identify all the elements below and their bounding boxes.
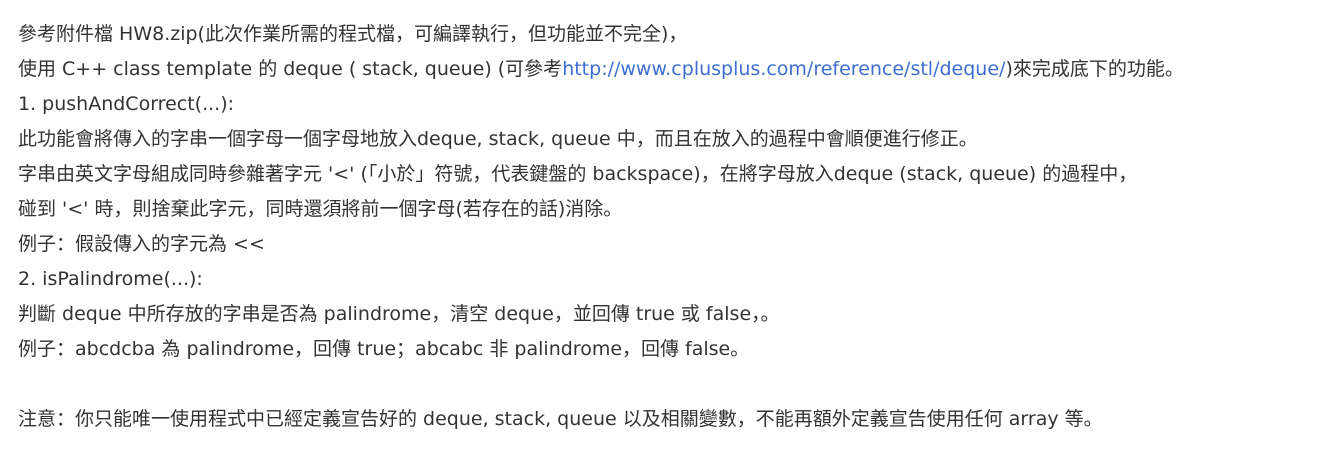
section-heading-push-and-correct: 1. pushAndCorrect(...): [18,93,235,115]
usage-text-before: 使用 C++ class template 的 deque ( stack, q… [18,58,563,80]
is-palindrome-example: 例子：abcdcba 為 palindrome，回傳 true；abcabc 非… [18,338,750,360]
usage-line: 使用 C++ class template 的 deque ( stack, q… [18,52,1318,87]
is-palindrome-description: 判斷 deque 中所存放的字串是否為 palindrome，清空 deque，… [18,303,780,325]
section-heading-is-palindrome: 2. isPalindrome(...): [18,268,203,290]
intro-line: 參考附件檔 HW8.zip(此次作業所需的程式檔，可編譯執行，但功能並不完全)， [18,23,688,45]
push-and-correct-example: 例子：假設傳入的字元為 << [18,233,265,255]
backspace-rule-detail: 碰到 '<' 時，則捨棄此字元，同時還須將前一個字母(若存在的話)消除。 [18,198,623,220]
cplusplus-deque-reference-link[interactable]: http://www.cplusplus.com/reference/stl/d… [562,58,1005,80]
push-and-correct-description: 此功能會將傳入的字串一個字母一個字母地放入deque, stack, queue… [18,128,978,150]
usage-text-after: )來完成底下的功能。 [1005,58,1184,80]
backspace-rule-description: 字串由英文字母組成同時參雜著字元 '<' (「小於」符號，代表鍵盤的 backs… [18,163,1138,185]
assignment-document: 參考附件檔 HW8.zip(此次作業所需的程式檔，可編譯執行，但功能並不完全)，… [18,17,1318,437]
note-line: 注意：你只能唯一使用程式中已經定義宣告好的 deque, stack, queu… [18,408,1103,430]
